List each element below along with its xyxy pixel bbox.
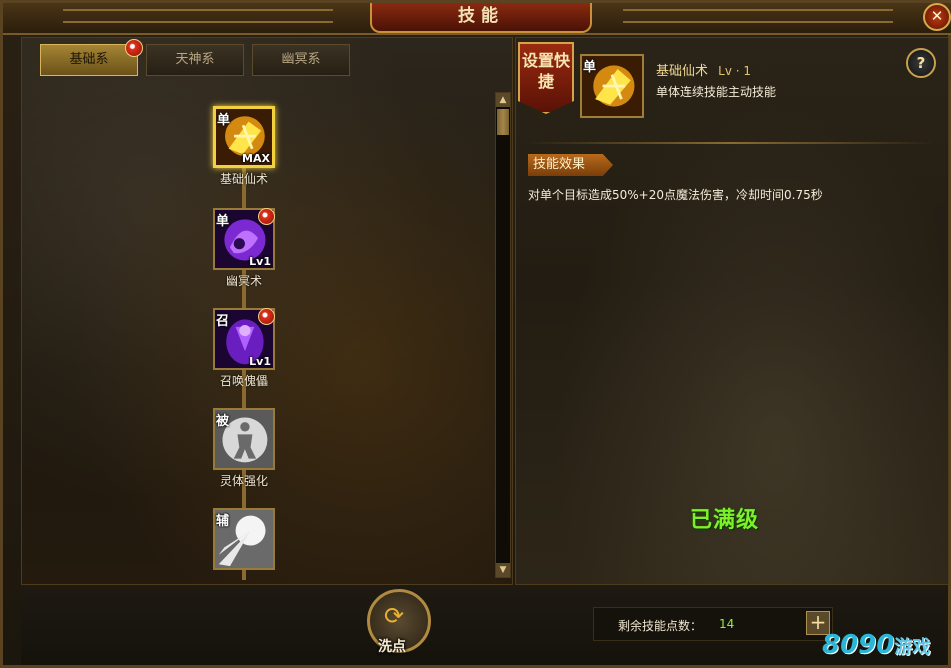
skill-type-tag: 单 [216, 214, 230, 229]
watermark-number: 8090 [822, 630, 895, 660]
skill-type-tag: 辅 [216, 514, 230, 529]
selected-skill-icon: 单 [580, 54, 644, 118]
skill-detail-panel: 设置快捷 单 基础仙术 Lv · 1 单体连续技能主动技能 ? 技能效果 对单个… [515, 37, 949, 585]
tab-celestial[interactable]: 天神系 [146, 44, 244, 76]
help-icon[interactable]: ? [906, 48, 936, 78]
tab-label: 天神系 [175, 52, 215, 67]
skill-node-underworld[interactable]: 单 Lv1 幽冥术 [208, 208, 280, 289]
notification-badge-icon [125, 39, 143, 57]
scroll-down-icon[interactable]: ▼ [496, 563, 510, 577]
skill-type-tag: 单 [217, 113, 231, 128]
window-title: 技能 [370, 3, 592, 33]
skill-name: 召唤傀儡 [219, 374, 268, 388]
notification-badge-icon [258, 308, 275, 325]
skill-icon[interactable]: 辅 [213, 508, 275, 570]
skill-node-summon-puppet[interactable]: 召 Lv1 召唤傀儡 [208, 308, 280, 389]
skill-name: 基础仙术 [219, 172, 268, 186]
tab-label: 基础系 [69, 52, 109, 67]
tab-underworld[interactable]: 幽冥系 [252, 44, 350, 76]
skill-tree-panel: 基础系 天神系 幽冥系 单 MAX 基础仙术 单 Lv1 幽冥术 召 Lv1 召… [21, 37, 513, 585]
reset-points-button[interactable]: ⟳ 洗点 [367, 589, 431, 655]
skill-icon[interactable]: 单 MAX [213, 106, 275, 168]
skill-icon[interactable]: 被 [213, 408, 275, 470]
title-ornament-left [63, 9, 333, 23]
close-button[interactable]: ✕ [923, 3, 951, 31]
skill-points-box: 剩余技能点数： 14 + [593, 607, 833, 641]
scroll-up-icon[interactable]: ▲ [496, 93, 510, 107]
max-level-status: 已满级 [690, 508, 760, 533]
selected-skill-level: Lv · 1 [718, 64, 752, 78]
skill-points-label: 剩余技能点数： [618, 619, 703, 633]
skill-icon[interactable]: 召 Lv1 [213, 308, 275, 370]
skill-list: 单 MAX 基础仙术 单 Lv1 幽冥术 召 Lv1 召唤傀儡 被 灵体强化 辅 [22, 86, 492, 580]
scroll-thumb[interactable] [497, 109, 509, 135]
skill-window: 技能 ✕ 基础系 天神系 幽冥系 单 MAX 基础仙术 单 Lv1 幽冥术 召 … [0, 0, 951, 668]
skill-name: 幽冥术 [225, 274, 262, 288]
selected-skill-title: 基础仙术 Lv · 1 [656, 60, 751, 79]
skill-icon[interactable]: 单 Lv1 [213, 208, 275, 270]
effect-section-label: 技能效果 [528, 154, 613, 176]
skill-node-support[interactable]: 辅 [208, 508, 280, 570]
skill-node-spirit-enhance[interactable]: 被 灵体强化 [208, 408, 280, 489]
skill-level-tag: Lv1 [249, 255, 271, 268]
bottom-bar: ⟳ 洗点 剩余技能点数： 14 + [21, 585, 947, 665]
skill-type-tag: 召 [216, 314, 230, 329]
title-bar: 技能 ✕ [3, 3, 951, 35]
selected-skill-description: 单体连续技能主动技能 [656, 85, 777, 99]
skill-type-tag: 被 [216, 414, 230, 429]
title-ornament-right [623, 9, 893, 23]
selected-skill-name: 基础仙术 [656, 64, 709, 79]
skill-list-scrollbar[interactable]: ▲ ▼ [495, 92, 511, 578]
skill-level-tag: Lv1 [249, 355, 271, 368]
set-shortcut-button[interactable]: 设置快捷 [518, 42, 574, 114]
skill-points-value: 14 [719, 617, 735, 631]
notification-badge-icon [258, 208, 275, 225]
site-watermark-logo: 8090游戏 [822, 630, 930, 660]
tab-basic[interactable]: 基础系 [40, 39, 143, 76]
skill-type-tag: 单 [583, 60, 597, 75]
skill-name: 灵体强化 [219, 474, 268, 488]
tab-label: 幽冥系 [281, 52, 321, 67]
divider [526, 142, 936, 144]
effect-description: 对单个目标造成50%+20点魔法伤害，冷却时间0.75秒 [528, 188, 823, 202]
skill-level-tag: MAX [242, 152, 270, 165]
reset-points-label: 洗点 [378, 639, 406, 655]
watermark-text: 游戏 [894, 637, 931, 658]
refresh-arrows-icon: ⟳ [384, 602, 405, 630]
skill-node-basic-magic[interactable]: 单 MAX 基础仙术 [208, 106, 280, 187]
